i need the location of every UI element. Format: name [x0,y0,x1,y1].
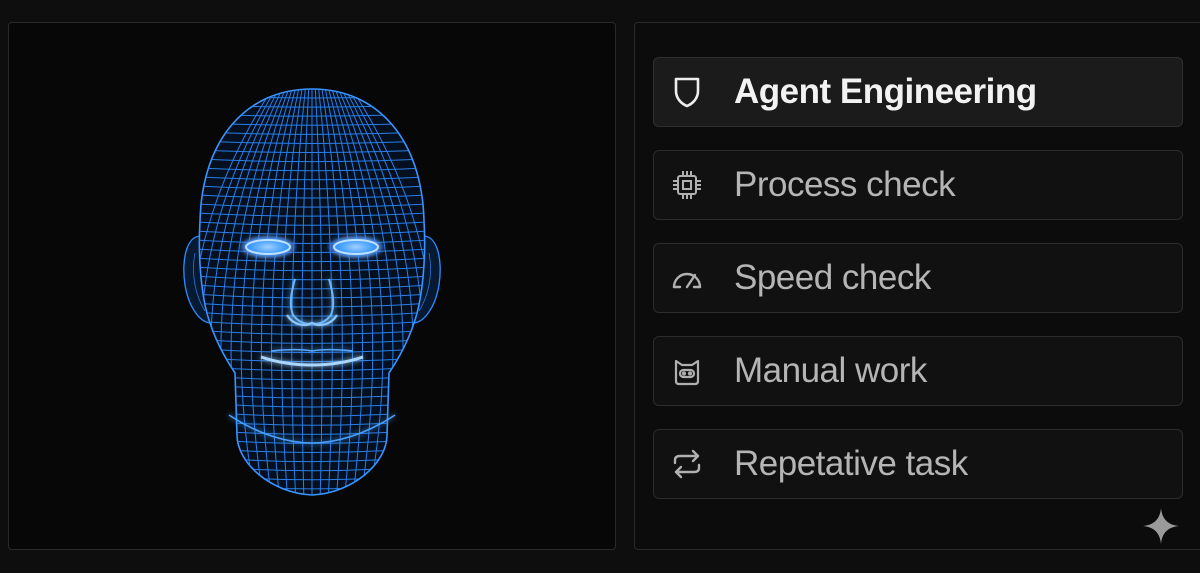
menu-item-label: Repetative task [734,444,968,483]
illustration-panel [8,22,616,550]
menu-item-label: Agent Engineering [734,72,1037,111]
menu-item-process-check[interactable]: Process check [653,150,1183,220]
wireframe-head-illustration [183,88,441,496]
feature-menu: Agent Engineering Process check Speed ch… [634,22,1200,550]
menu-item-label: Manual work [734,351,927,390]
menu-item-agent-engineering[interactable]: Agent Engineering [653,57,1183,127]
shield-icon [670,75,704,109]
menu-item-manual-work[interactable]: Manual work [653,336,1183,406]
sparkle-icon [1143,508,1179,544]
robot-icon [670,354,704,388]
menu-item-label: Speed check [734,258,931,297]
speedometer-icon [670,261,704,295]
repeat-icon [670,447,704,481]
menu-item-label: Process check [734,165,956,204]
page: Agent Engineering Process check Speed ch… [0,0,1200,573]
menu-item-speed-check[interactable]: Speed check [653,243,1183,313]
menu-item-repetative-task[interactable]: Repetative task [653,429,1183,499]
cpu-chip-icon [670,168,704,202]
